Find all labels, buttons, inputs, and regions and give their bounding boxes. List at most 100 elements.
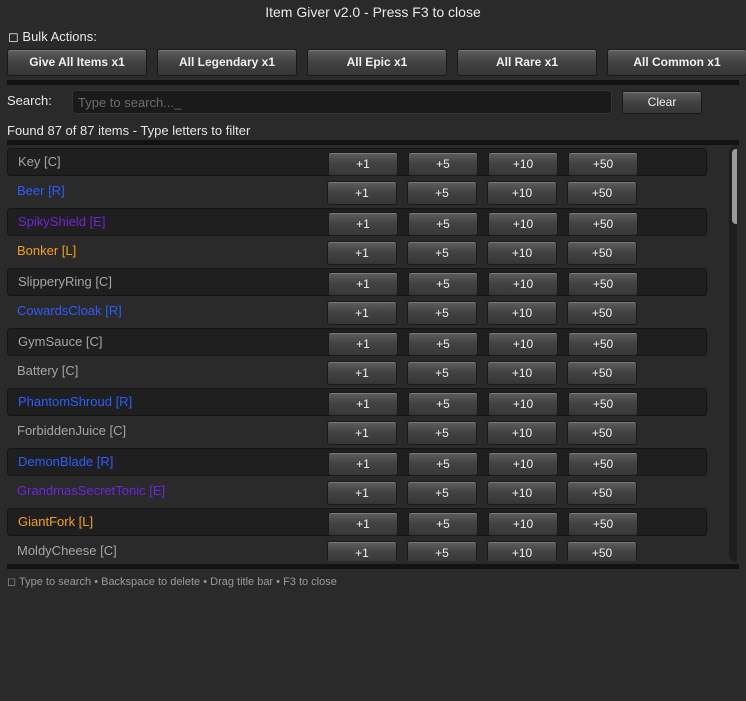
give-quantity-button[interactable]: +5 [408, 332, 478, 356]
give-quantity-button[interactable]: +10 [488, 152, 558, 176]
give-quantity-button[interactable]: +50 [568, 392, 638, 416]
give-quantity-button[interactable]: +1 [328, 392, 398, 416]
give-all-items-button[interactable]: Give All Items x1 [7, 49, 147, 76]
give-quantity-button[interactable]: +10 [488, 332, 558, 356]
give-quantity-button[interactable]: +1 [328, 152, 398, 176]
all-epic-button[interactable]: All Epic x1 [307, 49, 447, 76]
give-quantity-button[interactable]: +1 [327, 241, 397, 265]
give-quantity-button[interactable]: +50 [567, 301, 637, 325]
all-common-button[interactable]: All Common x1 [607, 49, 746, 76]
item-name: Key [C] [18, 154, 61, 169]
give-quantity-button[interactable]: +10 [487, 181, 557, 205]
item-name: SpikyShield [E] [18, 214, 106, 229]
item-name: ForbiddenJuice [C] [17, 423, 127, 438]
give-quantity-button[interactable]: +10 [487, 301, 557, 325]
give-quantity-button[interactable]: +10 [487, 541, 557, 561]
give-quantity-button[interactable]: +1 [328, 332, 398, 356]
give-quantity-button[interactable]: +1 [327, 181, 397, 205]
give-quantity-button[interactable]: +50 [567, 421, 637, 445]
give-quantity-button[interactable]: +1 [328, 452, 398, 476]
item-name: GymSauce [C] [18, 334, 103, 349]
give-quantity-button[interactable]: +5 [407, 241, 477, 265]
give-quantity-button[interactable]: +5 [407, 181, 477, 205]
item-list[interactable]: MoldyCheese [C] +1 +5 +10 +50 GiantFork [L] +1… [7, 146, 737, 561]
list-item: GiantFork [L] +1 +5 +10 +50 [7, 508, 707, 536]
give-quantity-button[interactable]: +50 [568, 452, 638, 476]
list-item: DemonBlade [R] +1 +5 +10 +50 [7, 448, 707, 476]
clear-button[interactable]: Clear [622, 91, 702, 114]
give-quantity-button[interactable]: +50 [568, 332, 638, 356]
list-item: SpikyShield [E] +1 +5 +10 +50 [7, 208, 707, 236]
give-quantity-button[interactable]: +50 [568, 212, 638, 236]
give-quantity-button[interactable]: +10 [488, 512, 558, 536]
give-quantity-button[interactable]: +5 [407, 421, 477, 445]
give-quantity-button[interactable]: +5 [408, 212, 478, 236]
scrollbar-thumb[interactable] [732, 149, 737, 224]
divider [7, 564, 739, 569]
item-name: GiantFork [L] [18, 514, 94, 529]
give-quantity-button[interactable]: +50 [568, 512, 638, 536]
give-quantity-button[interactable]: +50 [567, 541, 637, 561]
give-quantity-button[interactable]: +50 [567, 241, 637, 265]
give-quantity-button[interactable]: +50 [568, 272, 638, 296]
give-quantity-button[interactable]: +1 [328, 272, 398, 296]
list-item: CowardsCloak [R] +1 +5 +10 +50 [7, 298, 707, 326]
item-name: Bonker [L] [17, 243, 77, 258]
list-item: Battery [C] +1 +5 +10 +50 [7, 358, 707, 386]
give-quantity-button[interactable]: +10 [487, 241, 557, 265]
give-quantity-button[interactable]: +10 [487, 481, 557, 505]
give-quantity-button[interactable]: +10 [488, 212, 558, 236]
item-name: MoldyCheese [C] [17, 543, 117, 558]
list-item: Bonker [L] +1 +5 +10 +50 [7, 238, 707, 266]
divider [7, 80, 739, 85]
list-item: Key [C] +1 +5 +10 +50 [7, 148, 707, 176]
list-item: ForbiddenJuice [C] +1 +5 +10 +50 [7, 418, 707, 446]
give-quantity-button[interactable]: +50 [568, 152, 638, 176]
give-quantity-button[interactable]: +5 [408, 392, 478, 416]
give-quantity-button[interactable]: +50 [567, 361, 637, 385]
give-quantity-button[interactable]: +50 [567, 181, 637, 205]
item-name: Beer [R] [17, 183, 65, 198]
give-quantity-button[interactable]: +10 [487, 361, 557, 385]
give-quantity-button[interactable]: +10 [487, 421, 557, 445]
give-quantity-button[interactable]: +1 [327, 361, 397, 385]
list-item: GrandmasSecretTonic [E] +1 +5 +10 +50 [7, 478, 707, 506]
found-count: Found 87 of 87 items - Type letters to f… [7, 123, 251, 138]
item-name: GrandmasSecretTonic [E] [17, 483, 166, 498]
give-quantity-button[interactable]: +10 [488, 272, 558, 296]
give-quantity-button[interactable]: +5 [407, 481, 477, 505]
give-quantity-button[interactable]: +5 [408, 512, 478, 536]
search-input[interactable] [72, 90, 612, 114]
item-name: CowardsCloak [R] [17, 303, 122, 318]
give-quantity-button[interactable]: +10 [488, 452, 558, 476]
give-quantity-button[interactable]: +10 [488, 392, 558, 416]
item-name: SlipperyRing [C] [18, 274, 112, 289]
search-label: Search: [7, 93, 52, 108]
give-quantity-button[interactable]: +1 [327, 421, 397, 445]
footer-hint: ◻ Type to search • Backspace to delete •… [7, 576, 337, 588]
give-quantity-button[interactable]: +1 [327, 481, 397, 505]
all-rare-button[interactable]: All Rare x1 [457, 49, 597, 76]
list-item: PhantomShroud [R] +1 +5 +10 +50 [7, 388, 707, 416]
list-item: GymSauce [C] +1 +5 +10 +50 [7, 328, 707, 356]
bulk-actions-label: ◻ Bulk Actions: [8, 29, 97, 44]
scrollbar[interactable] [729, 146, 737, 561]
give-quantity-button[interactable]: +5 [407, 301, 477, 325]
give-quantity-button[interactable]: +5 [408, 272, 478, 296]
item-name: Battery [C] [17, 363, 79, 378]
bulk-actions-row: Give All Items x1 All Legendary x1 All E… [7, 49, 746, 76]
give-quantity-button[interactable]: +5 [408, 152, 478, 176]
list-item: MoldyCheese [C] +1 +5 +10 +50 [7, 538, 707, 561]
give-quantity-button[interactable]: +1 [328, 212, 398, 236]
give-quantity-button[interactable]: +5 [407, 541, 477, 561]
list-item: SlipperyRing [C] +1 +5 +10 +50 [7, 268, 707, 296]
give-quantity-button[interactable]: +5 [408, 452, 478, 476]
give-quantity-button[interactable]: +1 [328, 512, 398, 536]
all-legendary-button[interactable]: All Legendary x1 [157, 49, 297, 76]
give-quantity-button[interactable]: +1 [327, 541, 397, 561]
item-name: DemonBlade [R] [18, 454, 114, 469]
give-quantity-button[interactable]: +50 [567, 481, 637, 505]
give-quantity-button[interactable]: +5 [407, 361, 477, 385]
give-quantity-button[interactable]: +1 [327, 301, 397, 325]
window-title[interactable]: Item Giver v2.0 - Press F3 to close [0, 0, 746, 24]
